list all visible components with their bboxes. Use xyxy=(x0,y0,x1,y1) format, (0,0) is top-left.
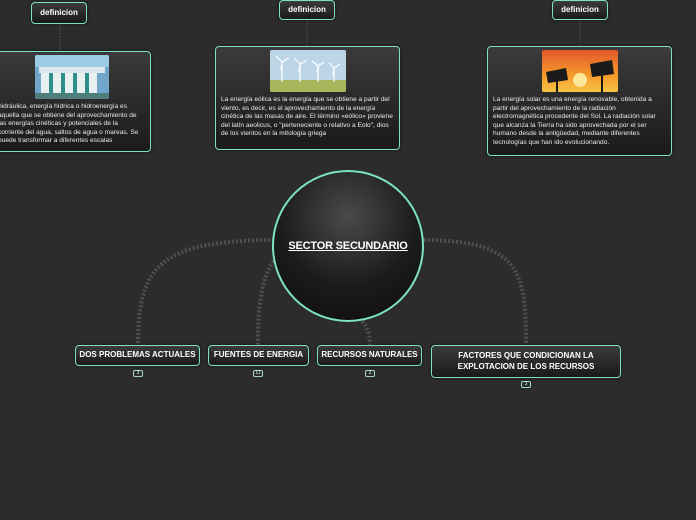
subtopic-dos-problemas-count[interactable]: 3 xyxy=(133,370,143,377)
central-topic[interactable]: SECTOR SECUNDARIO xyxy=(272,170,424,322)
subtopic-factores-count[interactable]: 3 xyxy=(521,381,531,388)
central-topic-label: SECTOR SECUNDARIO xyxy=(288,240,408,252)
wind-turbines-icon xyxy=(269,50,346,92)
subtopic-recursos-naturales[interactable]: RECURSOS NATURALES xyxy=(317,345,422,366)
card-eolica[interactable]: La energía eólica es la energía que se o… xyxy=(215,46,400,150)
definition-label-3[interactable]: definicion xyxy=(552,0,608,20)
subtopic-factores[interactable]: FACTORES QUE CONDICIONAN LA EXPLOTACION … xyxy=(431,345,621,378)
subtopic-fuentes-energia[interactable]: FUENTES DE ENERGIA xyxy=(208,345,309,366)
card-eolica-text: La energía eólica es la energía que se o… xyxy=(221,96,393,138)
connector-dos-problemas xyxy=(136,238,279,346)
solar-panels-icon xyxy=(541,50,618,92)
connector-recursos xyxy=(358,316,372,346)
card-solar[interactable]: La energía solar es una energía renovabl… xyxy=(487,46,672,156)
connector-fuentes xyxy=(256,256,278,346)
card-hidraulica[interactable]: hidráulica, energía hídrica o hidroenerg… xyxy=(0,51,151,152)
dam-icon xyxy=(34,55,109,99)
subtopic-fuentes-energia-count[interactable]: 11 xyxy=(253,370,263,377)
connector-factores xyxy=(419,238,528,346)
card-hidraulica-text: hidráulica, energía hídrica o hidroenerg… xyxy=(0,103,139,145)
subtopic-recursos-naturales-count[interactable]: 2 xyxy=(365,370,375,377)
subtopic-dos-problemas[interactable]: DOS PROBLEMAS ACTUALES xyxy=(75,345,200,366)
definition-label-1[interactable]: definicion xyxy=(31,2,87,24)
card-solar-text: La energía solar es una energía renovabl… xyxy=(493,96,656,146)
definition-label-2[interactable]: definicion xyxy=(279,0,335,20)
